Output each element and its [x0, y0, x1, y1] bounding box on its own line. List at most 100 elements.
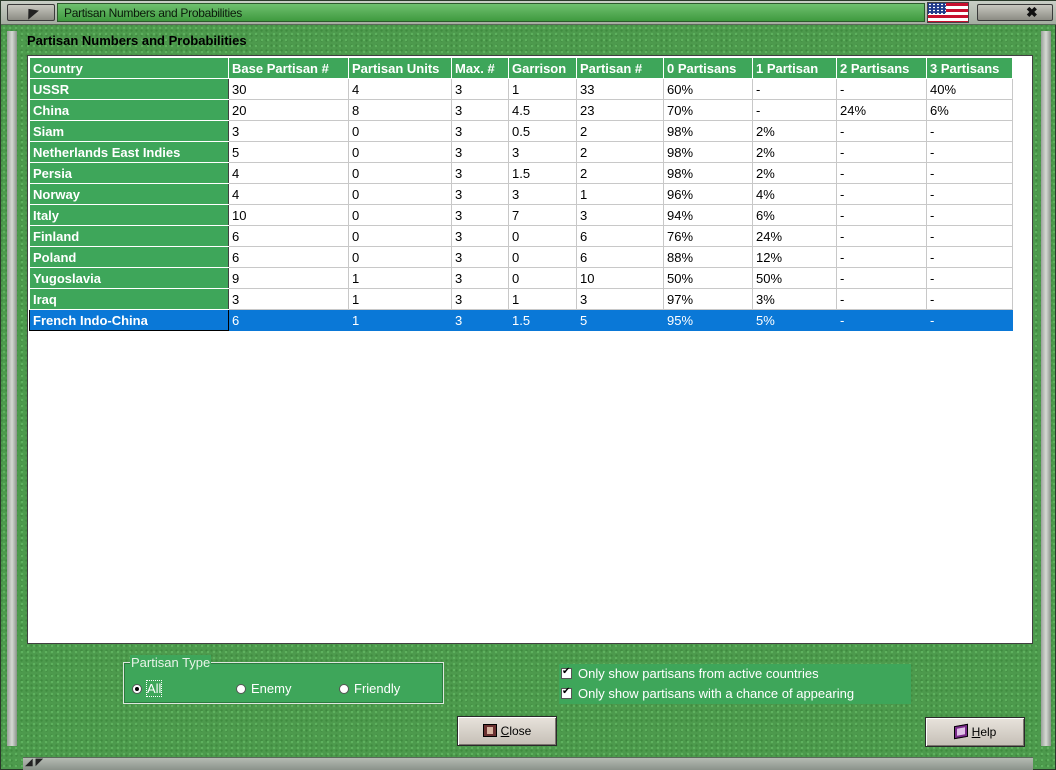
table-cell[interactable]: 6: [228, 309, 349, 331]
table-cell[interactable]: 1.5: [508, 309, 577, 331]
table-cell[interactable]: -: [926, 183, 1013, 205]
table-cell[interactable]: 4.5: [508, 99, 577, 121]
table-cell[interactable]: 3: [576, 204, 664, 226]
table-cell[interactable]: 7: [508, 204, 577, 226]
table-cell[interactable]: -: [836, 246, 927, 268]
country-cell[interactable]: French Indo-China: [29, 309, 229, 331]
table-cell[interactable]: 4: [228, 183, 349, 205]
table-cell[interactable]: 30: [228, 78, 349, 100]
table-row[interactable]: China 20 8 3 4.5 23 70% -24% 6%: [29, 99, 1013, 121]
table-cell[interactable]: 23: [576, 99, 664, 121]
window-close-button[interactable]: ✖: [977, 4, 1053, 21]
table-row[interactable]: Norway 4 0 3 3 1 96% 4% - -: [29, 183, 1013, 205]
table-cell[interactable]: 3: [451, 183, 509, 205]
table-cell[interactable]: 50%: [752, 267, 837, 289]
table-cell[interactable]: -: [836, 162, 927, 184]
radio-friendly[interactable]: Friendly: [339, 681, 400, 696]
radio-all[interactable]: All: [132, 680, 163, 697]
table-cell[interactable]: 6%: [926, 99, 1013, 121]
table-cell[interactable]: 98%: [663, 120, 753, 142]
table-cell[interactable]: 10: [576, 267, 664, 289]
table-cell[interactable]: 3: [451, 141, 509, 163]
table-cell[interactable]: 0: [348, 162, 452, 184]
table-cell[interactable]: 94%: [663, 204, 753, 226]
table-cell[interactable]: 1: [508, 78, 577, 100]
country-cell[interactable]: Italy: [29, 204, 229, 226]
table-cell[interactable]: 3: [451, 162, 509, 184]
table-cell[interactable]: 3: [228, 288, 349, 310]
table-row[interactable]: Siam 3 0 3 0.5 2 98% 2% - -: [29, 120, 1013, 142]
table-cell[interactable]: 6: [576, 225, 664, 247]
country-cell[interactable]: Siam: [29, 120, 229, 142]
table-row[interactable]: Finland 6 0 3 0 6 76% 24% - -: [29, 225, 1013, 247]
table-cell[interactable]: 3: [508, 183, 577, 205]
partisan-table[interactable]: Country Base Partisan # Partisan Units M…: [29, 57, 1013, 331]
table-cell[interactable]: 1: [348, 288, 452, 310]
table-cell[interactable]: 4: [348, 78, 452, 100]
column-header-partisan-units[interactable]: Partisan Units: [348, 57, 452, 79]
table-cell[interactable]: 0: [348, 204, 452, 226]
table-cell[interactable]: 3%: [752, 288, 837, 310]
table-cell[interactable]: 3: [576, 288, 664, 310]
table-cell[interactable]: 33: [576, 78, 664, 100]
table-cell[interactable]: 3: [508, 141, 577, 163]
table-row[interactable]: Italy 10 0 3 7 3 94% 6% - -: [29, 204, 1013, 226]
table-cell[interactable]: 24%: [752, 225, 837, 247]
table-cell[interactable]: -: [836, 78, 927, 100]
country-cell[interactable]: USSR: [29, 78, 229, 100]
table-cell[interactable]: 1: [508, 288, 577, 310]
radio-enemy[interactable]: Enemy: [236, 681, 291, 696]
table-cell[interactable]: 12%: [752, 246, 837, 268]
table-cell[interactable]: 98%: [663, 141, 753, 163]
table-cell[interactable]: 10: [228, 204, 349, 226]
table-cell[interactable]: 76%: [663, 225, 753, 247]
table-cell[interactable]: 88%: [663, 246, 753, 268]
table-row[interactable]: French Indo-China 6 1 3 1.5 5 95% 5% - -: [29, 309, 1013, 331]
table-cell[interactable]: 0.5: [508, 120, 577, 142]
table-cell[interactable]: -: [926, 120, 1013, 142]
radio-all-indicator[interactable]: [132, 684, 142, 694]
help-button[interactable]: Help: [925, 717, 1025, 747]
table-cell[interactable]: -: [836, 267, 927, 289]
table-row[interactable]: Iraq 3 1 3 1 3 97% 3% - -: [29, 288, 1013, 310]
country-cell[interactable]: Finland: [29, 225, 229, 247]
table-cell[interactable]: 2: [576, 141, 664, 163]
table-cell[interactable]: 60%: [663, 78, 753, 100]
table-cell[interactable]: 5: [228, 141, 349, 163]
table-cell[interactable]: 2%: [752, 120, 837, 142]
table-cell[interactable]: 96%: [663, 183, 753, 205]
table-cell[interactable]: 0: [508, 246, 577, 268]
table-cell[interactable]: 4: [228, 162, 349, 184]
country-cell[interactable]: China: [29, 99, 229, 121]
table-row[interactable]: Persia 4 0 3 1.5 2 98% 2% - -: [29, 162, 1013, 184]
table-cell[interactable]: 95%: [663, 309, 753, 331]
table-cell[interactable]: -: [836, 225, 927, 247]
table-cell[interactable]: 20: [228, 99, 349, 121]
table-cell[interactable]: 98%: [663, 162, 753, 184]
column-header-1-partisan[interactable]: 1 Partisan: [752, 57, 837, 79]
table-cell[interactable]: 0: [348, 141, 452, 163]
active-countries-check-indicator[interactable]: [561, 666, 572, 679]
table-cell[interactable]: 2: [576, 120, 664, 142]
table-cell[interactable]: -: [926, 204, 1013, 226]
column-header-base-partisan[interactable]: Base Partisan #: [228, 57, 349, 79]
radio-enemy-indicator[interactable]: [236, 684, 246, 694]
country-cell[interactable]: Netherlands East Indies: [29, 141, 229, 163]
table-cell[interactable]: -: [836, 120, 927, 142]
country-cell[interactable]: Poland: [29, 246, 229, 268]
table-cell[interactable]: 24%: [836, 99, 927, 121]
table-cell[interactable]: 1: [576, 183, 664, 205]
table-row[interactable]: Poland 6 0 3 0 6 88% 12% - -: [29, 246, 1013, 268]
table-cell[interactable]: -: [926, 141, 1013, 163]
table-cell[interactable]: 3: [451, 246, 509, 268]
close-button[interactable]: Close: [457, 716, 557, 746]
column-header-2-partisans[interactable]: 2 Partisans: [836, 57, 927, 79]
table-cell[interactable]: 6: [228, 246, 349, 268]
table-cell[interactable]: 2%: [752, 162, 837, 184]
country-cell[interactable]: Iraq: [29, 288, 229, 310]
active-countries-checkbox[interactable]: Only show partisans from active countrie…: [561, 666, 819, 681]
table-cell[interactable]: 6: [228, 225, 349, 247]
table-cell[interactable]: 2%: [752, 141, 837, 163]
column-header-0-partisans[interactable]: 0 Partisans: [663, 57, 753, 79]
table-cell[interactable]: 1: [348, 267, 452, 289]
